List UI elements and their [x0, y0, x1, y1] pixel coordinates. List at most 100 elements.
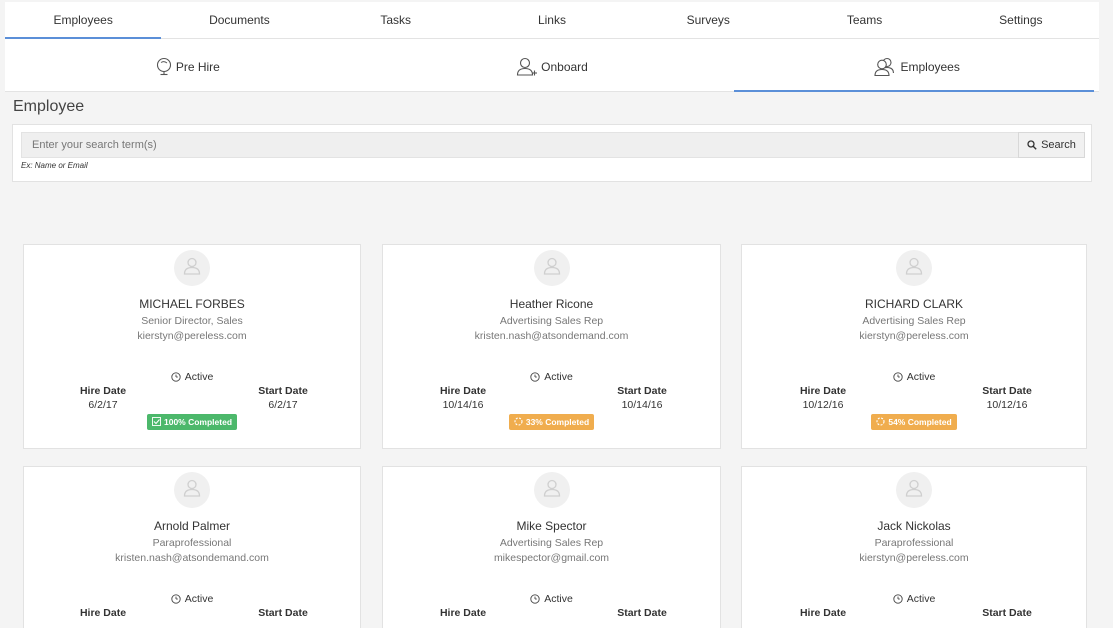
search-button[interactable]: Search	[1018, 132, 1085, 158]
progress-label: 54% Completed	[888, 416, 952, 427]
start-date-label: Start Date	[982, 385, 1032, 397]
lightbulb-icon	[156, 57, 171, 76]
search-button-label: Search	[1041, 139, 1076, 151]
hire-date-value: 10/12/16	[802, 399, 844, 411]
employee-card[interactable]: Jack Nickolas Paraprofessional kierstyn@pe…	[741, 466, 1087, 628]
start-date: Start Date 10/12/16	[967, 385, 1047, 411]
hire-date-label: Hire Date	[799, 607, 847, 619]
employee-title: Senior Director, Sales	[141, 315, 243, 327]
user-icon	[182, 256, 202, 281]
progress-badge: 100% Completed	[146, 413, 238, 430]
hire-date: Hire Date 10/12/16	[783, 385, 863, 411]
tab-links[interactable]: Links	[474, 2, 630, 38]
tab-tasks[interactable]: Tasks	[318, 2, 474, 38]
top-nav: Employees Documents Tasks Links Surveys …	[5, 2, 1099, 39]
tab-settings[interactable]: Settings	[943, 2, 1099, 38]
start-date: Start Date	[967, 607, 1047, 621]
progress-label: 100% Completed	[163, 416, 233, 427]
subtab-label: Onboard	[541, 60, 588, 74]
tab-label: Settings	[999, 13, 1043, 27]
user-icon	[904, 256, 924, 281]
tab-label: Teams	[846, 13, 883, 27]
status-label: Active	[906, 371, 936, 383]
start-date-label: Start Date	[617, 385, 667, 397]
start-date-value: 10/14/16	[621, 399, 663, 411]
progress-badge: 54% Completed	[871, 413, 957, 430]
employee-email: kierstyn@pereless.com	[137, 330, 247, 342]
subtab-onboard[interactable]: Onboard	[370, 39, 735, 91]
hire-date-value: 6/2/17	[88, 399, 118, 411]
employee-name[interactable]: Jack Nickolas	[742, 519, 1086, 533]
employee-email: kristen.nash@atsondemand.com	[115, 552, 269, 564]
status-label: Active	[906, 593, 936, 605]
employee-title: Advertising Sales Rep	[862, 315, 966, 327]
clock-icon	[171, 594, 181, 604]
employee-title: Paraprofessional	[152, 537, 232, 549]
employee-card[interactable]: MICHAEL FORBES Senior Director, Sales kier…	[23, 244, 361, 449]
employee-name[interactable]: RICHARD CLARK	[742, 297, 1086, 311]
start-date: Start Date	[602, 607, 682, 621]
progress-row: 100% Completed	[24, 413, 360, 433]
start-date-value: 6/2/17	[268, 399, 298, 411]
tab-label: Links	[537, 13, 566, 27]
status-indicator: Active	[24, 371, 360, 383]
tab-employees[interactable]: Employees	[5, 2, 162, 39]
start-date-label: Start Date	[617, 607, 667, 619]
status-indicator: Active	[383, 593, 720, 605]
status-indicator: Active	[742, 593, 1086, 605]
check-icon	[152, 417, 161, 426]
employee-email: kristen.nash@atsondemand.com	[474, 330, 629, 342]
subtab-employees[interactable]: Employees	[734, 39, 1099, 92]
user-icon	[904, 478, 924, 503]
employee-name[interactable]: Arnold Palmer	[24, 519, 360, 533]
sub-nav: Pre Hire Onboard Employees	[5, 39, 1099, 92]
hire-date: Hire Date	[423, 607, 503, 621]
employee-email: kierstyn@pereless.com	[859, 330, 969, 342]
employee-card[interactable]: RICHARD CLARK Advertising Sales Rep kierst…	[741, 244, 1087, 449]
progress-row: 54% Completed	[742, 413, 1086, 433]
employee-name[interactable]: Mike Spector	[383, 519, 720, 533]
start-date: Start Date	[243, 607, 323, 621]
avatar	[533, 250, 570, 286]
users-icon	[874, 57, 895, 77]
subtab-pre-hire[interactable]: Pre Hire	[5, 39, 370, 91]
hire-date-value: 10/14/16	[442, 399, 484, 411]
employee-name[interactable]: Heather Ricone	[383, 297, 720, 311]
progress-row: 33% Completed	[383, 413, 720, 433]
tab-surveys[interactable]: Surveys	[630, 2, 786, 38]
search-row: Search	[21, 132, 1085, 158]
employee-card[interactable]: Mike Spector Advertising Sales Rep mikespe…	[382, 466, 721, 628]
employee-title: Advertising Sales Rep	[499, 537, 604, 549]
subtab-label: Employees	[900, 60, 960, 74]
hire-date: Hire Date 10/14/16	[423, 385, 503, 411]
hire-date-label: Hire Date	[79, 385, 127, 397]
start-date: Start Date 6/2/17	[243, 385, 323, 411]
date-row: Hire Date 10/12/16 Start Date 10/12/16	[742, 385, 1086, 415]
spinner-icon	[876, 417, 885, 426]
hire-date: Hire Date 6/2/17	[63, 385, 143, 411]
clock-icon	[171, 372, 181, 382]
employee-card[interactable]: Heather Ricone Advertising Sales Rep krist…	[382, 244, 721, 449]
user-icon	[182, 478, 202, 503]
tab-label: Tasks	[380, 13, 412, 27]
clock-icon	[893, 594, 903, 604]
employee-title: Paraprofessional	[874, 537, 954, 549]
employee-title: Advertising Sales Rep	[499, 315, 604, 327]
avatar	[896, 472, 932, 508]
start-date-value: 10/12/16	[986, 399, 1028, 411]
tab-documents[interactable]: Documents	[161, 2, 317, 38]
search-input[interactable]	[21, 132, 1018, 158]
avatar	[533, 472, 570, 508]
search-panel: Search Ex: Name or Email	[12, 124, 1092, 182]
employee-card[interactable]: Arnold Palmer Paraprofessional kristen.nas…	[23, 466, 361, 628]
subtab-label: Pre Hire	[175, 60, 220, 74]
status-indicator: Active	[383, 371, 720, 383]
spinner-icon	[514, 417, 523, 426]
progress-label: 33% Completed	[525, 416, 590, 427]
status-indicator: Active	[742, 371, 1086, 383]
tab-teams[interactable]: Teams	[786, 2, 942, 38]
user-icon	[542, 256, 562, 281]
status-label: Active	[184, 371, 214, 383]
employee-name[interactable]: MICHAEL FORBES	[24, 297, 360, 311]
tab-label: Surveys	[686, 13, 730, 27]
